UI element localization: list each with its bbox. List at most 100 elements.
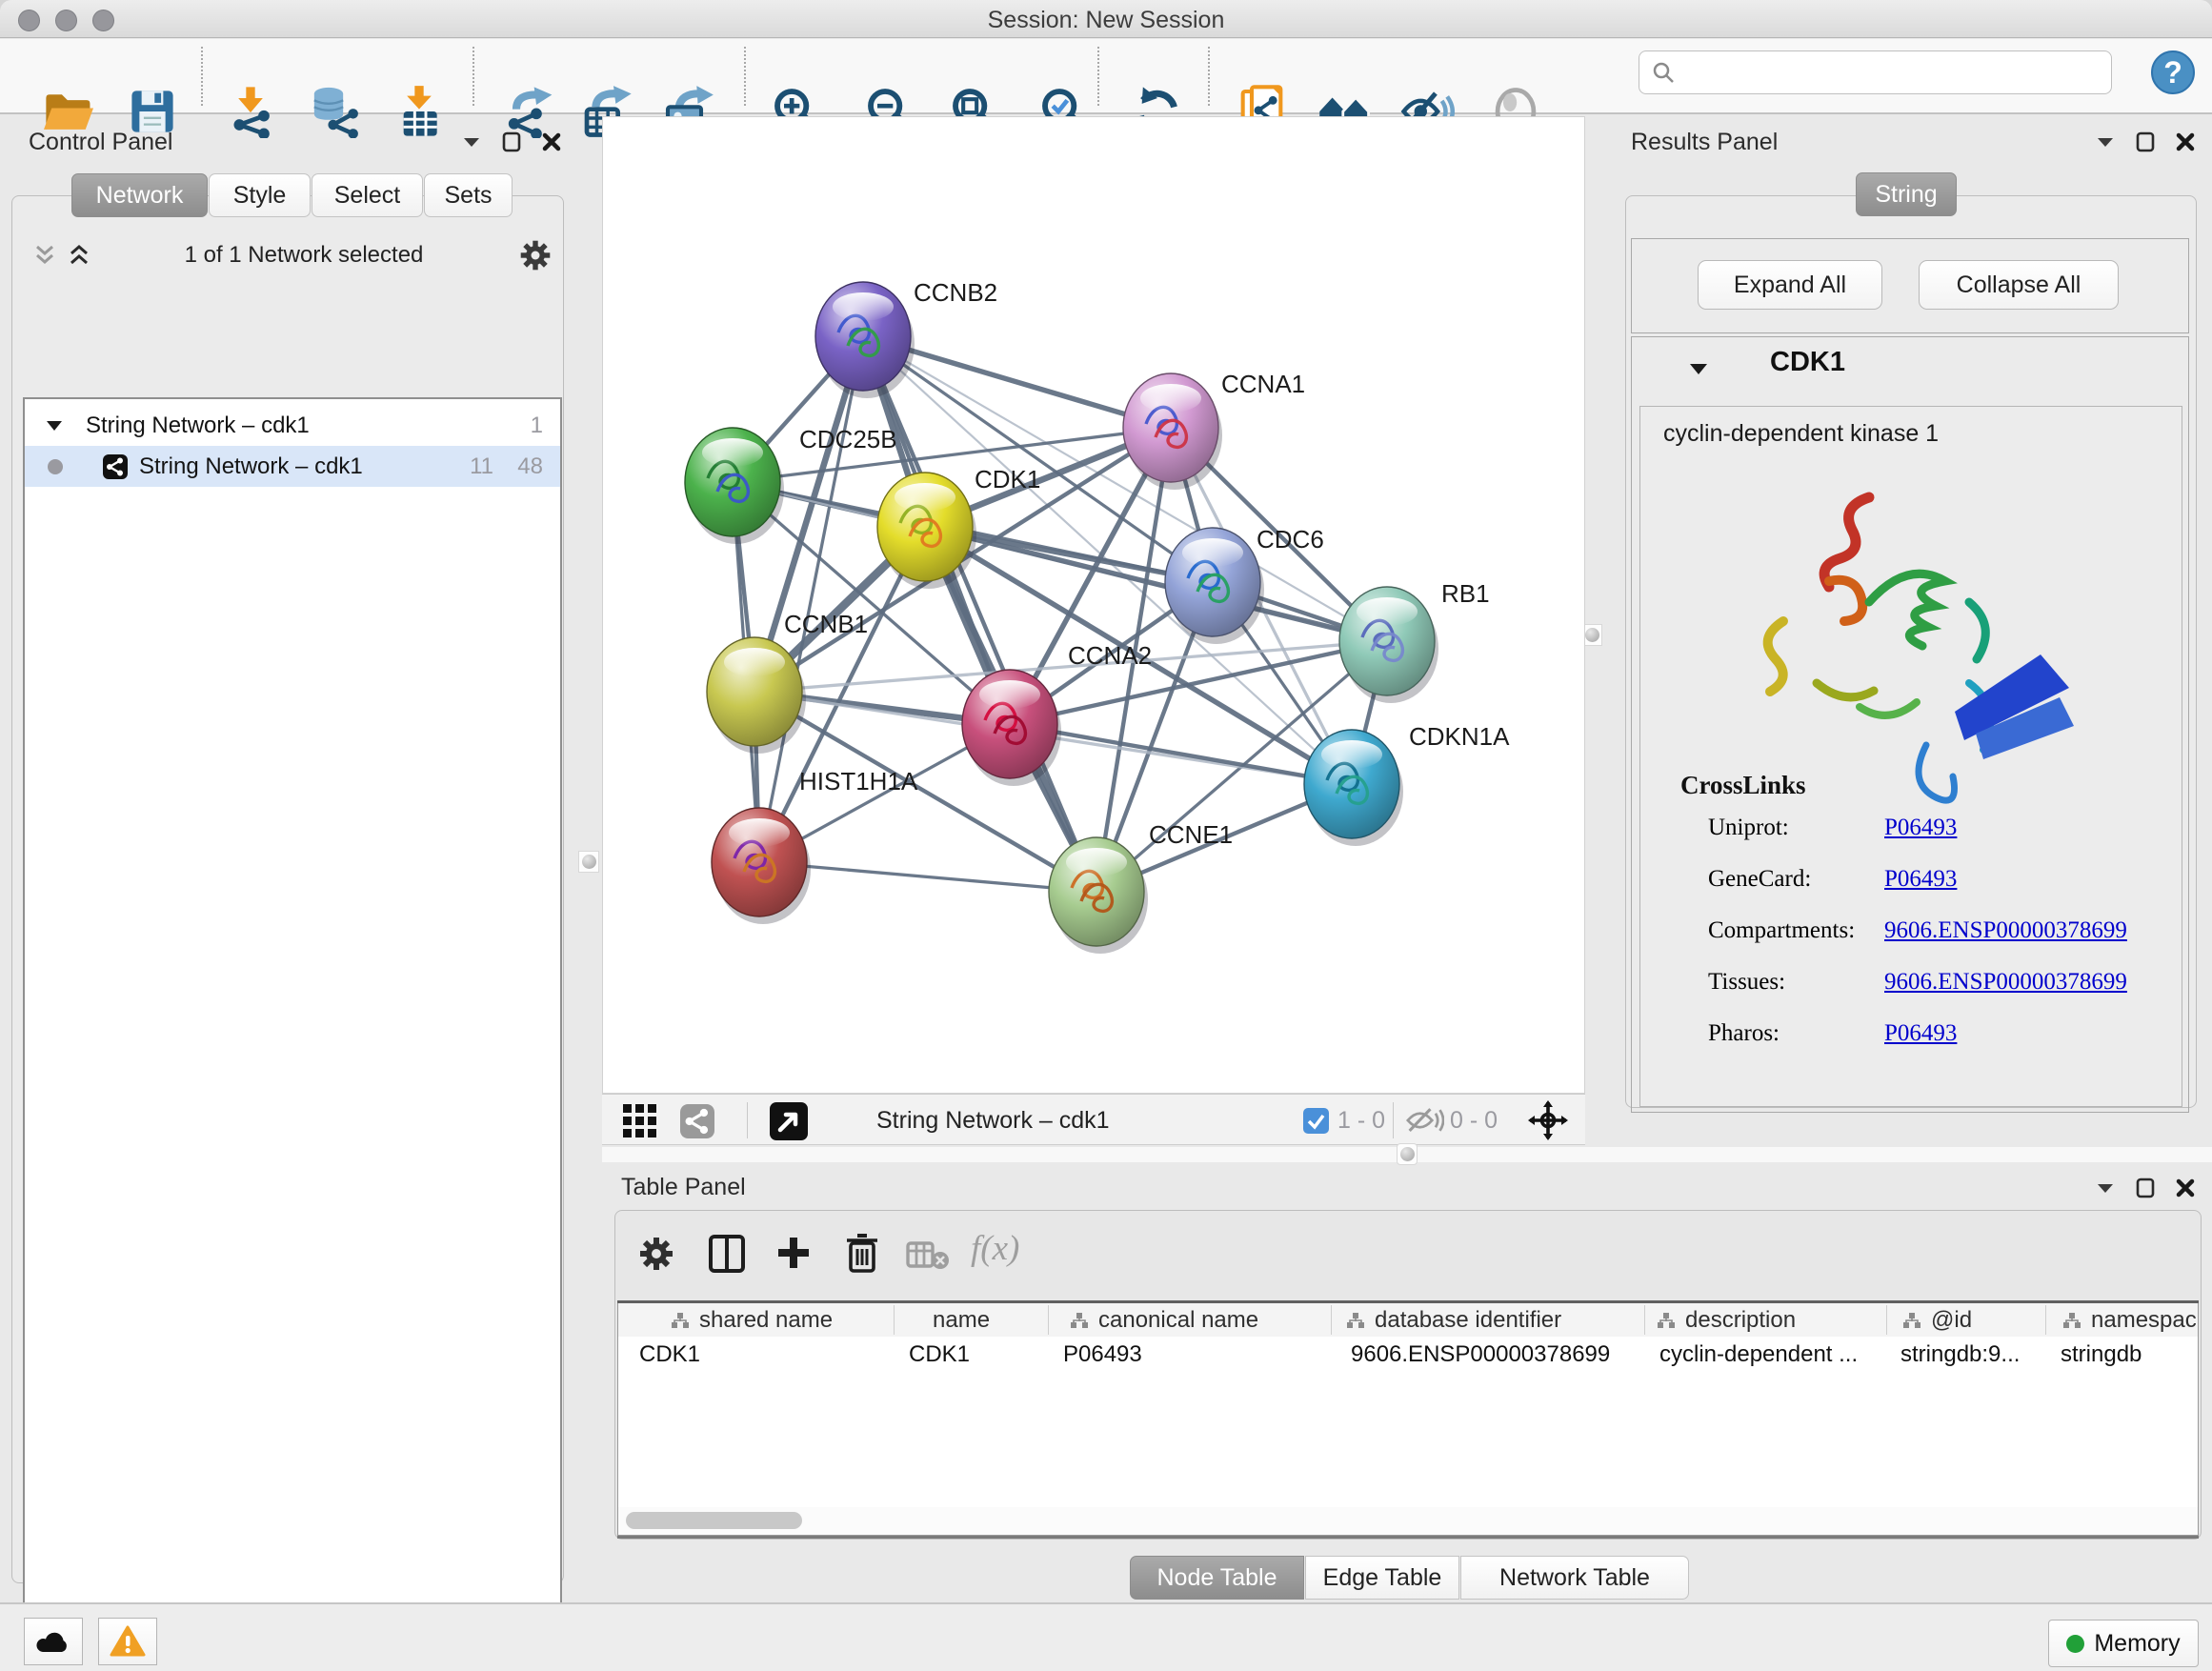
column-header-database-identifier[interactable]: database identifier [1346, 1303, 1561, 1337]
column-tree-icon [1902, 1312, 1921, 1329]
close-panel-icon[interactable] [2176, 1178, 2195, 1198]
left-splitter-handle[interactable] [578, 851, 599, 873]
app-window: Session: New Session [0, 0, 2212, 1671]
tab-sets[interactable]: Sets [424, 173, 513, 217]
tab-select[interactable]: Select [312, 173, 423, 217]
node-label: RB1 [1441, 579, 1490, 608]
card-expander-icon[interactable] [1689, 362, 1708, 376]
float-panel-icon[interactable] [2096, 135, 2115, 149]
crosslink-label: Tissues: [1708, 969, 1785, 996]
table-body: CDK1 CDK1 P06493 9606.ENSP00000378699 cy… [617, 1337, 2199, 1507]
delete-column-trash-icon[interactable] [843, 1232, 881, 1274]
cell-description[interactable]: cyclin-dependent ... [1659, 1337, 1858, 1373]
warnings-status-button[interactable] [98, 1618, 157, 1665]
search-input[interactable] [1676, 58, 2085, 87]
network-row-label: String Network – cdk1 [139, 453, 363, 480]
birds-eye-view-icon[interactable] [623, 1104, 657, 1138]
column-header-name[interactable]: name [933, 1303, 990, 1337]
search-box[interactable] [1639, 50, 2112, 94]
crosslink-genecard-link[interactable]: P06493 [1884, 866, 1957, 893]
maximize-panel-icon[interactable] [502, 131, 521, 152]
network-canvas[interactable]: CCNB2CCNA1CDC25BCDK1CDC6RB1CCNB1CCNA2CDK… [602, 116, 1585, 1094]
crosslink-label: Pharos: [1708, 1020, 1780, 1047]
network-node-HIST1H1A[interactable]: HIST1H1A [712, 767, 918, 924]
cell-canonical-name[interactable]: P06493 [1063, 1337, 1142, 1373]
node-label: CCNA1 [1221, 370, 1305, 398]
table-panel: Table Panel f(x) shared name name canoni… [602, 1162, 2212, 1602]
column-header-shared-name[interactable]: shared name [671, 1303, 833, 1337]
expand-all-button[interactable]: Expand All [1698, 260, 1882, 310]
network-row-selected[interactable]: String Network – cdk1 11 48 [25, 446, 560, 487]
fit-selected-crosshair-icon[interactable] [1528, 1100, 1568, 1140]
cell-shared-name[interactable]: CDK1 [639, 1337, 700, 1373]
scrollbar-thumb[interactable] [626, 1512, 802, 1529]
tab-style[interactable]: Style [209, 173, 311, 217]
network-badge-icon[interactable] [680, 1104, 714, 1138]
table-horizontal-scrollbar[interactable] [617, 1507, 2199, 1536]
table-settings-gear-icon[interactable] [637, 1235, 675, 1273]
maximize-panel-icon[interactable] [2136, 1178, 2155, 1198]
toolbar-separator [744, 47, 746, 106]
column-header-description[interactable]: description [1657, 1303, 1796, 1337]
tab-network[interactable]: Network [71, 173, 208, 217]
crosslink-pharos-link[interactable]: P06493 [1884, 1020, 1957, 1047]
crosslink-label: Compartments: [1708, 917, 1855, 944]
network-graph[interactable]: CCNB2CCNA1CDC25BCDK1CDC6RB1CCNB1CCNA2CDK… [603, 117, 1584, 1093]
help-button[interactable]: ? [2149, 49, 2197, 101]
node-label: CCNB1 [784, 610, 868, 638]
result-node-description: cyclin-dependent kinase 1 [1663, 420, 1939, 448]
create-column-plus-icon[interactable] [774, 1234, 813, 1272]
node-result-card: CDK1 cyclin-dependent kinase 1 [1631, 336, 2189, 1113]
close-panel-icon[interactable] [2176, 132, 2195, 151]
close-panel-icon[interactable] [542, 132, 561, 151]
column-tree-icon [671, 1312, 690, 1329]
cell-id[interactable]: stringdb:9... [1900, 1337, 2020, 1373]
network-node-CDC25B[interactable]: CDC25B [685, 425, 897, 544]
title-bar: Session: New Session [0, 0, 2212, 38]
network-node-CDC6[interactable]: CDC6 [1165, 525, 1324, 644]
column-tree-icon [1070, 1312, 1089, 1329]
cloud-status-button[interactable] [24, 1618, 83, 1665]
cell-name[interactable]: CDK1 [909, 1337, 970, 1373]
crosslink-uniprot-link[interactable]: P06493 [1884, 815, 1957, 841]
float-panel-icon[interactable] [2096, 1181, 2115, 1195]
show-columns-icon[interactable] [708, 1234, 746, 1274]
collection-count: 1 [531, 413, 543, 439]
column-header-id[interactable]: @id [1902, 1303, 1972, 1337]
gear-icon[interactable] [518, 238, 553, 272]
tab-edge-table[interactable]: Edge Table [1305, 1556, 1459, 1600]
crosslink-compartments-link[interactable]: 9606.ENSP00000378699 [1884, 917, 2127, 944]
float-panel-icon[interactable] [462, 135, 481, 149]
expand-all-icon[interactable] [69, 244, 90, 267]
table-row[interactable]: CDK1 CDK1 P06493 9606.ENSP00000378699 cy… [618, 1337, 2200, 1373]
delete-table-icon-disabled [906, 1239, 950, 1270]
results-panel: Results Panel String Expand All Collapse… [1619, 114, 2212, 1126]
tab-string[interactable]: String [1856, 172, 1957, 216]
tab-network-table[interactable]: Network Table [1460, 1556, 1689, 1600]
network-node-CDKN1A[interactable]: CDKN1A [1304, 722, 1510, 846]
network-node-CCNB2[interactable]: CCNB2 [815, 278, 997, 398]
network-node-RB1[interactable]: RB1 [1339, 579, 1490, 703]
collapse-all-button[interactable]: Collapse All [1919, 260, 2119, 310]
tab-node-table[interactable]: Node Table [1130, 1556, 1304, 1600]
result-card-body: cyclin-dependent kinase 1 [1639, 406, 2182, 1107]
open-in-window-icon[interactable] [770, 1102, 808, 1140]
cell-database-identifier[interactable]: 9606.ENSP00000378699 [1351, 1337, 1610, 1373]
expand-collapse-bar: Expand All Collapse All [1631, 238, 2189, 333]
selected-checkbox-icon[interactable] [1303, 1108, 1329, 1134]
network-collection-row[interactable]: String Network – cdk1 1 [25, 405, 560, 446]
network-node-CCNB1[interactable]: CCNB1 [707, 610, 868, 754]
collection-expander-icon[interactable] [46, 419, 63, 433]
toolbar-separator [473, 47, 474, 106]
search-icon [1651, 60, 1676, 85]
crosslink-tissues-link[interactable]: 9606.ENSP00000378699 [1884, 969, 2127, 996]
table-header-row[interactable]: shared name name canonical name database… [617, 1303, 2199, 1337]
network-view-title: String Network – cdk1 [876, 1107, 1110, 1135]
column-header-canonical-name[interactable]: canonical name [1070, 1303, 1258, 1337]
column-header-namespace[interactable]: namespac [2062, 1303, 2197, 1337]
node-label: CDC25B [799, 425, 897, 453]
cell-namespace[interactable]: stringdb [2061, 1337, 2142, 1373]
memory-status-button[interactable]: Memory [2048, 1620, 2199, 1667]
maximize-panel-icon[interactable] [2136, 131, 2155, 152]
collapse-all-icon[interactable] [34, 244, 55, 267]
